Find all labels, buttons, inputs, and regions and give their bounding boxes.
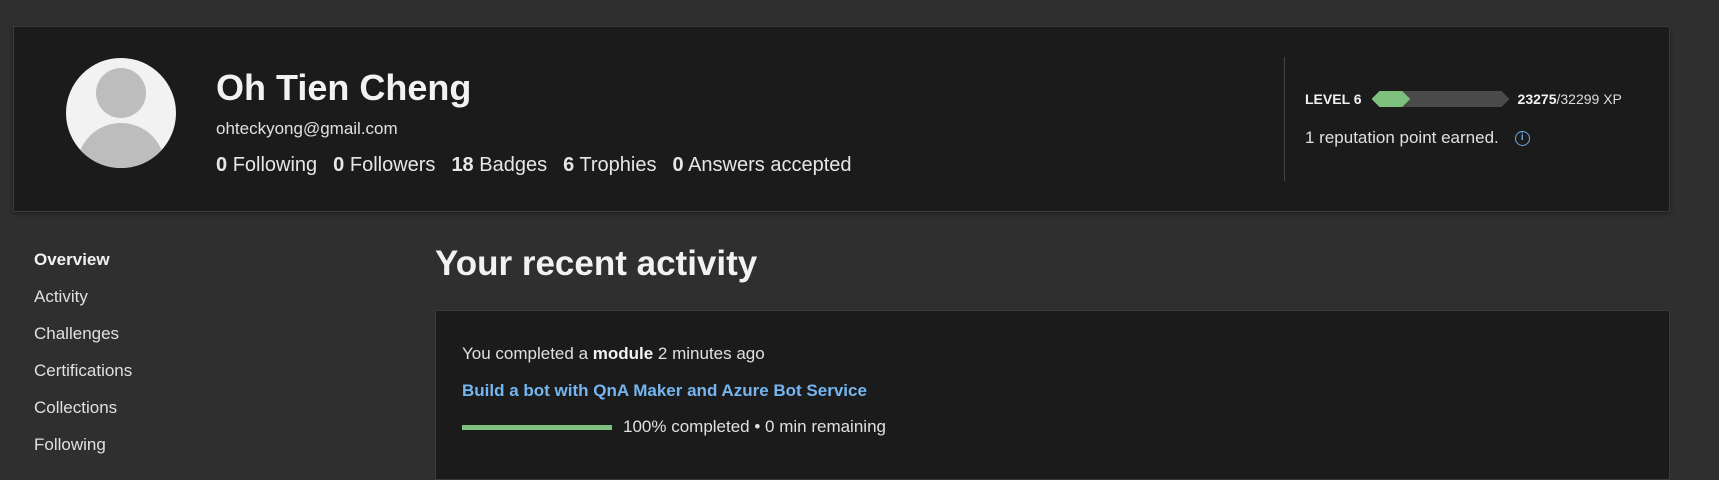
stat-count: 18 [451,154,474,176]
stat-count: 0 [216,154,228,176]
sidebar-item-activity[interactable]: Activity [34,285,132,322]
stat-label: Following [232,154,318,176]
reputation-row: 1 reputation point earned. i [1305,128,1530,148]
reputation-text: 1 reputation point earned. [1305,128,1499,147]
stat-count: 0 [333,154,345,176]
stat-badges[interactable]: 18 Badges [451,154,547,177]
user-name: Oh Tien Cheng [216,67,472,108]
xp-current: 23275 [1517,91,1557,107]
sidebar-item-overview[interactable]: Overview [34,248,132,285]
header-divider [1284,57,1285,181]
profile-sidebar-nav: Overview Activity Challenges Certificati… [34,248,132,470]
info-icon[interactable]: i [1514,130,1530,146]
stat-label: Followers [349,154,436,176]
profile-header-card: Oh Tien Cheng ohteckyong@gmail.com 0 Fol… [13,26,1670,212]
stat-label: Trophies [579,154,657,176]
module-progress-text: 100% completed • 0 min remaining [623,417,886,436]
avatar-body-shape [77,123,165,168]
avatar-head-shape [96,68,146,118]
xp-progress-bar [1372,91,1510,107]
stat-following[interactable]: 0 Following [216,154,317,177]
activity-type: module [592,344,654,363]
activity-time: 2 minutes ago [653,344,765,363]
sidebar-item-challenges[interactable]: Challenges [34,322,132,359]
profile-stats: 0 Following 0 Followers 18 Badges 6 Trop… [216,154,852,177]
sidebar-item-collections[interactable]: Collections [34,396,132,433]
module-link[interactable]: Build a bot with QnA Maker and Azure Bot… [462,381,867,401]
level-label: LEVEL 6 [1305,91,1362,107]
xp-progress-fill [1372,91,1411,107]
activity-card: You completed a module 2 minutes ago Bui… [435,310,1670,480]
sidebar-item-certifications[interactable]: Certifications [34,359,132,396]
module-progress-bar [462,424,612,430]
avatar[interactable] [66,58,176,168]
xp-total: /32299 XP [1556,91,1622,107]
stat-followers[interactable]: 0 Followers [333,154,435,177]
module-progress-fill [462,424,612,430]
stat-trophies[interactable]: 6 Trophies [563,154,656,177]
stat-answers-accepted[interactable]: 0 Answers accepted [673,154,852,177]
stat-label: Badges [479,154,548,176]
activity-description: You completed a module 2 minutes ago [462,344,765,364]
level-row: LEVEL 6 23275/32299 XP [1305,91,1622,107]
module-progress-row: 100% completed • 0 min remaining [462,417,886,437]
page-title: Your recent activity [435,244,758,283]
stat-label: Answers accepted [688,154,852,176]
activity-prefix: You completed a [462,344,593,363]
user-email: ohteckyong@gmail.com [216,119,398,138]
sidebar-item-following[interactable]: Following [34,433,132,470]
stat-count: 0 [672,154,684,176]
stat-count: 6 [563,154,575,176]
